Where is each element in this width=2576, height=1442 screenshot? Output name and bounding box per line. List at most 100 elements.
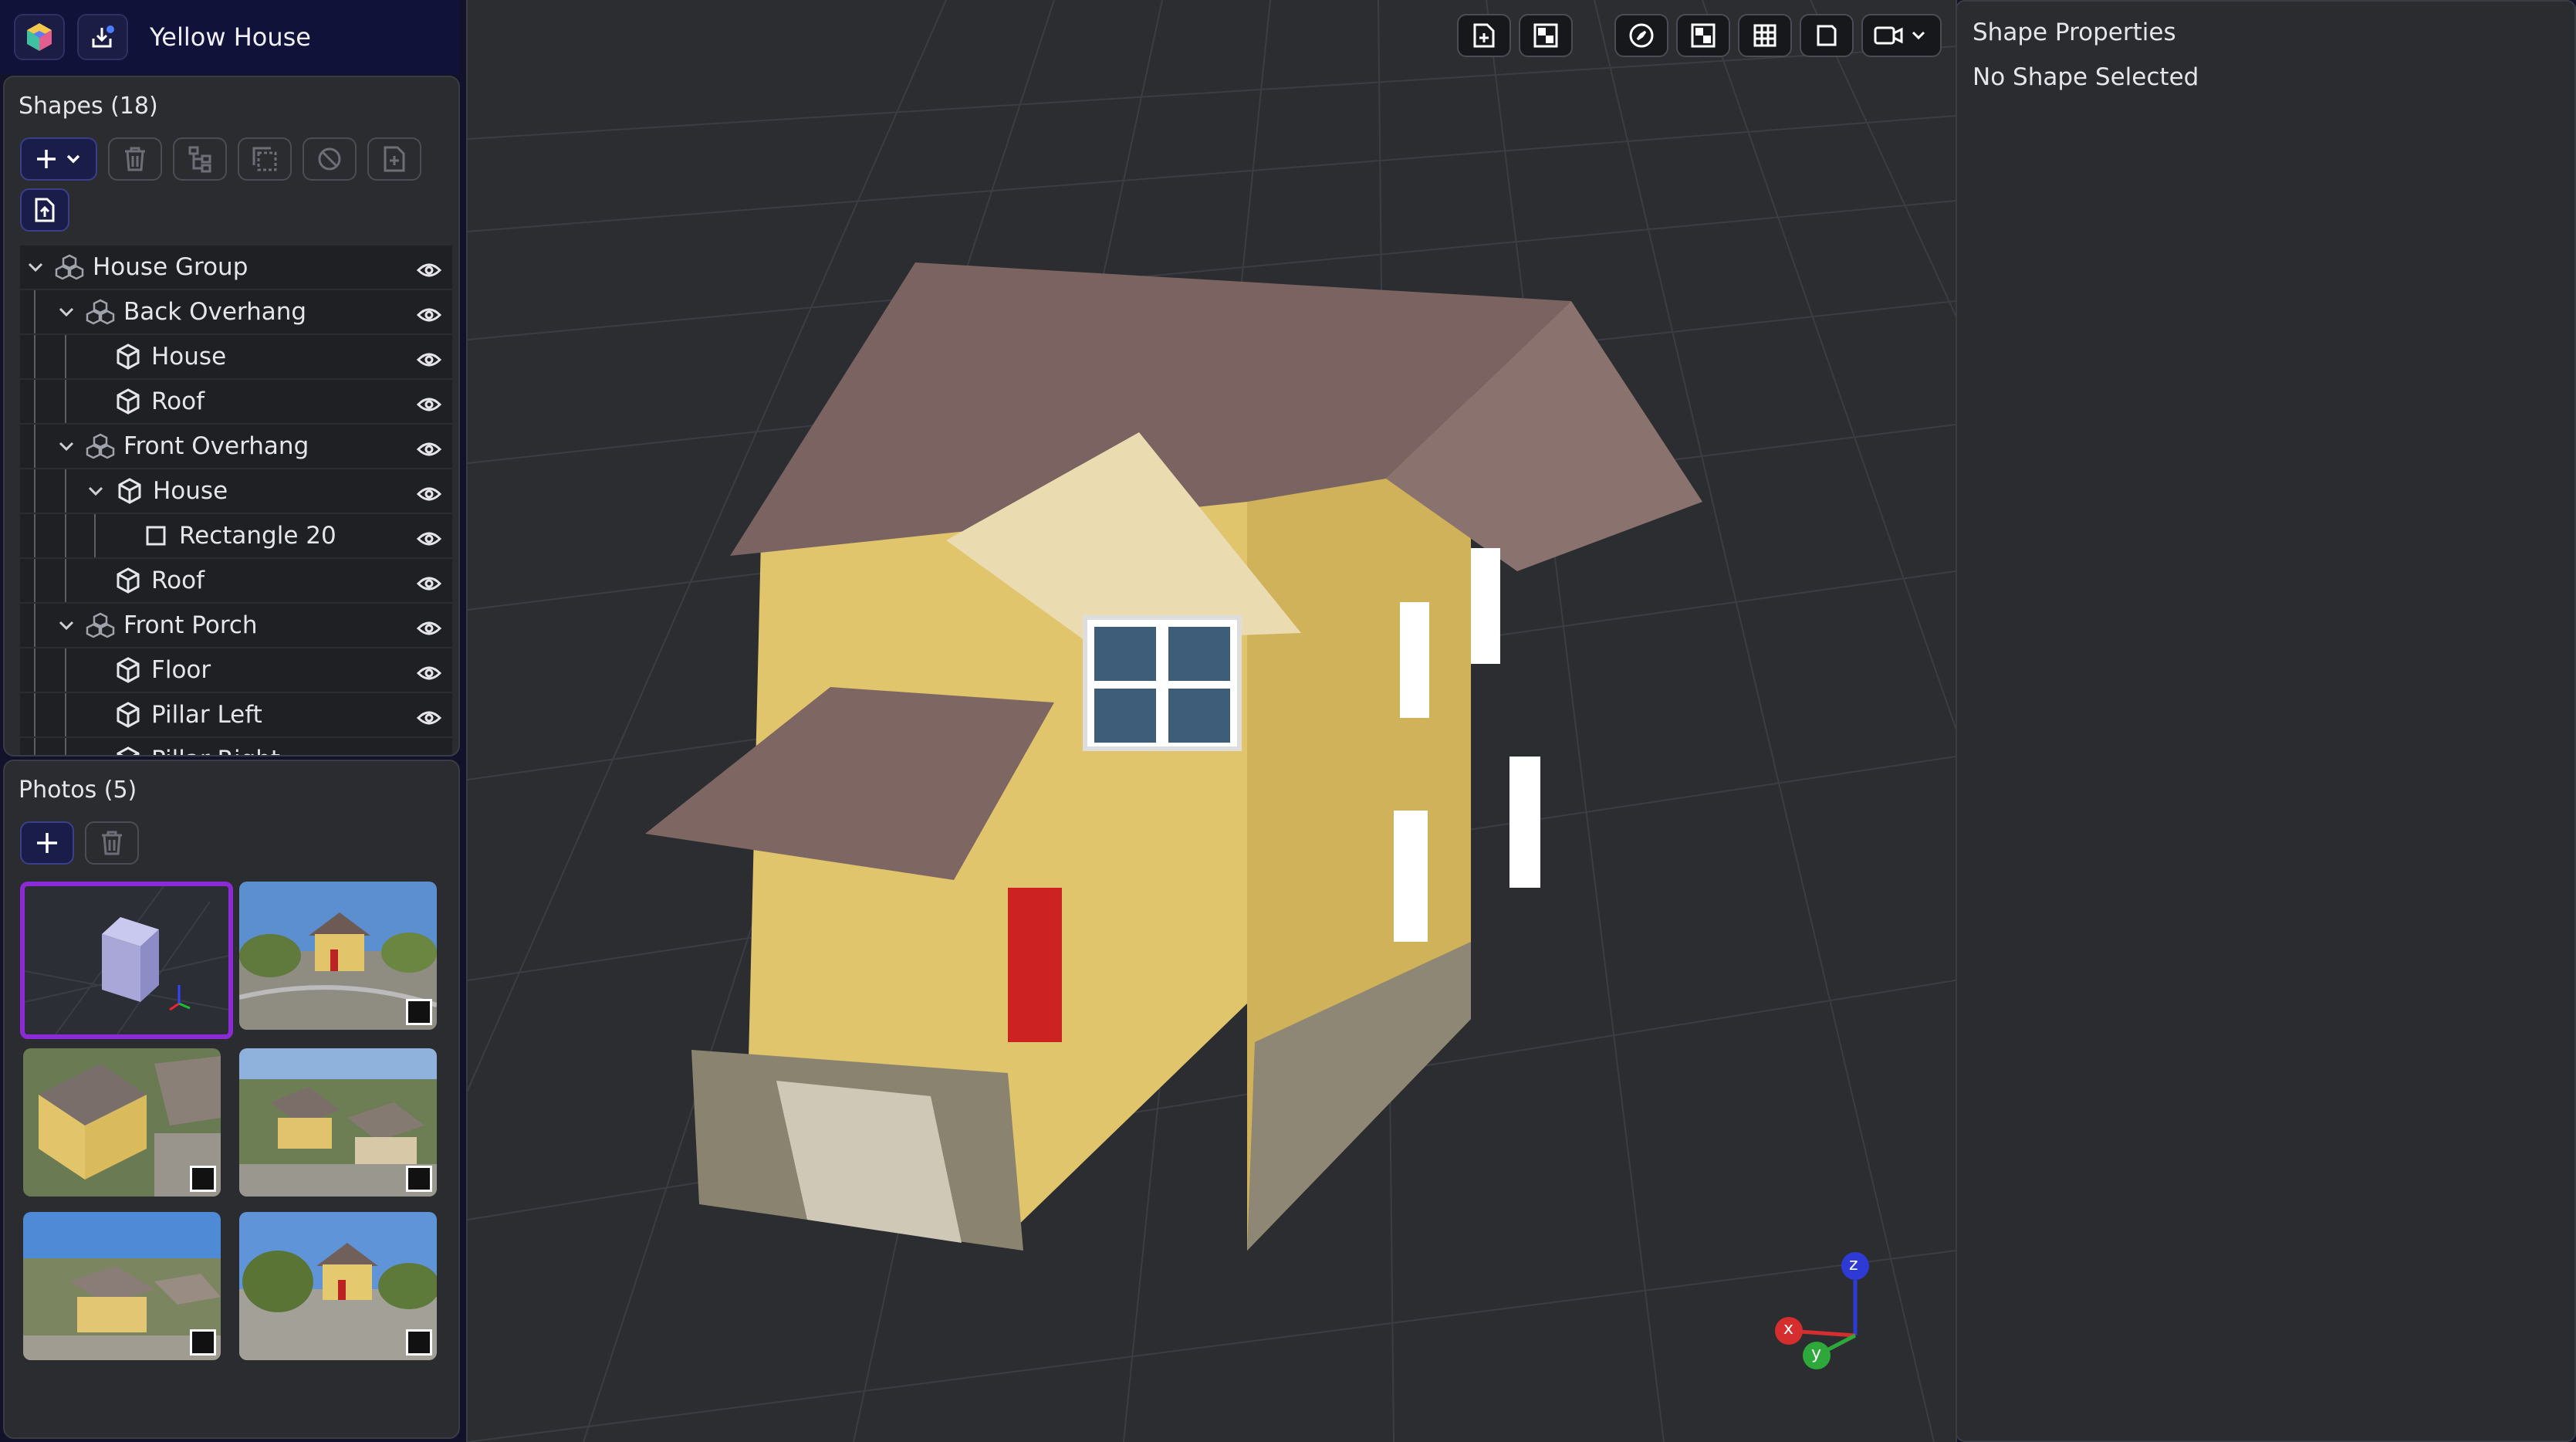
photo-badge-icon [406,1166,432,1192]
add-photo-button[interactable] [20,821,74,865]
3d-viewport[interactable]: z x y [466,0,1957,1442]
photos-panel-title: Photos (5) [19,777,137,804]
visibility-eye-icon[interactable] [416,258,442,286]
photo-thumb-3d-model[interactable] [20,882,233,1039]
compass-icon [1629,23,1654,48]
tree-guide-line [65,335,66,378]
tree-item-back-house[interactable]: House [20,335,452,380]
frame-icon [1817,25,1837,46]
tree-item-label: House Group [93,253,248,281]
hide-shape-button[interactable] [303,137,357,181]
tree-item-floor[interactable]: Floor [20,648,452,693]
chevron-down-icon[interactable] [51,620,82,631]
plus-icon [37,833,57,853]
app-logo-button[interactable] [14,14,65,60]
group-shapes-button[interactable] [173,137,227,181]
cube-preview-icon [25,886,228,1034]
axis-z-label: z [1849,1255,1858,1274]
tree-item-label: Floor [151,656,211,684]
photo-thumb-aerial-wide[interactable] [23,1212,221,1360]
tree-guide-line [34,738,35,755]
checker-icon [1533,23,1558,48]
grid-toggle-button[interactable] [1738,14,1792,57]
group-icon [82,611,119,639]
add-shape-dropdown-button[interactable] [20,137,97,181]
tree-guide-line [34,290,35,333]
photo-thumb-street-corner[interactable] [239,1212,437,1360]
delete-shape-button[interactable] [108,137,162,181]
trash-icon [125,147,145,171]
save-download-button[interactable] [77,14,128,60]
chevron-down-icon[interactable] [20,262,51,272]
cube-icon [110,388,147,415]
tree-item-label: Pillar Right [151,746,280,755]
visibility-eye-icon[interactable] [416,706,442,733]
cube-icon [110,701,147,729]
axis-y-label: y [1811,1344,1822,1363]
import-shape-button[interactable] [367,137,421,181]
tree-item-pillar-right[interactable]: Pillar Right [20,738,452,755]
tree-guide-line [34,514,35,557]
visibility-eye-icon[interactable] [417,750,441,755]
cube-icon [110,656,147,684]
photo-badge-icon [406,1329,432,1356]
visibility-eye-icon[interactable] [416,392,442,420]
visibility-eye-icon[interactable] [416,661,442,689]
group-icon [82,298,119,326]
tree-item-label: Back Overhang [123,298,307,326]
shapes-panel-title: Shapes (18) [19,93,158,120]
tree-item-label: Rectangle 20 [179,522,336,550]
camera-dropdown-button[interactable] [1861,14,1942,57]
tree-guide-line [65,693,66,736]
properties-empty-message: No Shape Selected [1973,63,2199,91]
duplicate-shape-button[interactable] [238,137,292,181]
tree-item-label: House [153,477,228,505]
tree-item-front-roof[interactable]: Roof [20,559,452,604]
tree-item-rectangle-20[interactable]: Rectangle 20 [20,514,452,559]
visibility-eye-icon[interactable] [416,303,442,330]
photo-thumb-aerial-side[interactable] [23,1048,221,1197]
tree-item-label: Front Overhang [123,432,309,460]
tree-item-front-porch[interactable]: Front Porch [20,604,452,648]
tree-item-label: House [151,343,227,371]
visibility-eye-icon[interactable] [416,347,442,375]
tree-item-front-overhang[interactable]: Front Overhang [20,425,452,469]
add-object-button[interactable] [1457,14,1511,57]
tree-item-house-group[interactable]: House Group [20,245,452,290]
photo-thumb-aerial-neighborhood[interactable] [239,1048,437,1197]
shape-properties-panel: Shape Properties No Shape Selected [1956,0,2576,1442]
photo-thumb-street-front[interactable] [239,882,437,1030]
chevron-down-icon[interactable] [80,486,111,496]
visibility-eye-icon[interactable] [416,437,442,465]
compass-button[interactable] [1614,14,1668,57]
visibility-eye-icon[interactable] [416,616,442,644]
frame-button[interactable] [1800,14,1854,57]
tree-guide-line [65,648,66,692]
duplicate-icon [252,147,277,171]
house-model[interactable] [645,262,1702,1251]
cube-icon [110,746,147,755]
disable-icon [318,147,341,171]
cube-icon [111,477,148,505]
tree-guide-line [65,559,66,602]
download-icon [92,25,114,48]
tree-guide-line [34,335,35,378]
cube-icon [110,567,147,594]
delete-photo-button[interactable] [85,821,139,865]
visibility-eye-icon[interactable] [416,526,442,554]
chevron-down-icon[interactable] [51,441,82,452]
viewport-scene[interactable] [468,0,1956,1442]
tree-item-back-roof[interactable]: Roof [20,380,452,425]
visibility-eye-icon[interactable] [416,482,442,509]
tree-guide-line [34,469,35,513]
photo-overlay-button[interactable] [1676,14,1730,57]
tree-guide-line [34,425,35,468]
tree-item-front-house[interactable]: House [20,469,452,514]
plus-chevron-icon [37,150,80,168]
texture-mode-button[interactable] [1519,14,1573,57]
tree-item-pillar-left[interactable]: Pillar Left [20,693,452,738]
visibility-eye-icon[interactable] [416,571,442,599]
chevron-down-icon[interactable] [51,306,82,317]
export-shape-button[interactable] [20,188,69,232]
tree-item-back-overhang[interactable]: Back Overhang [20,290,452,335]
